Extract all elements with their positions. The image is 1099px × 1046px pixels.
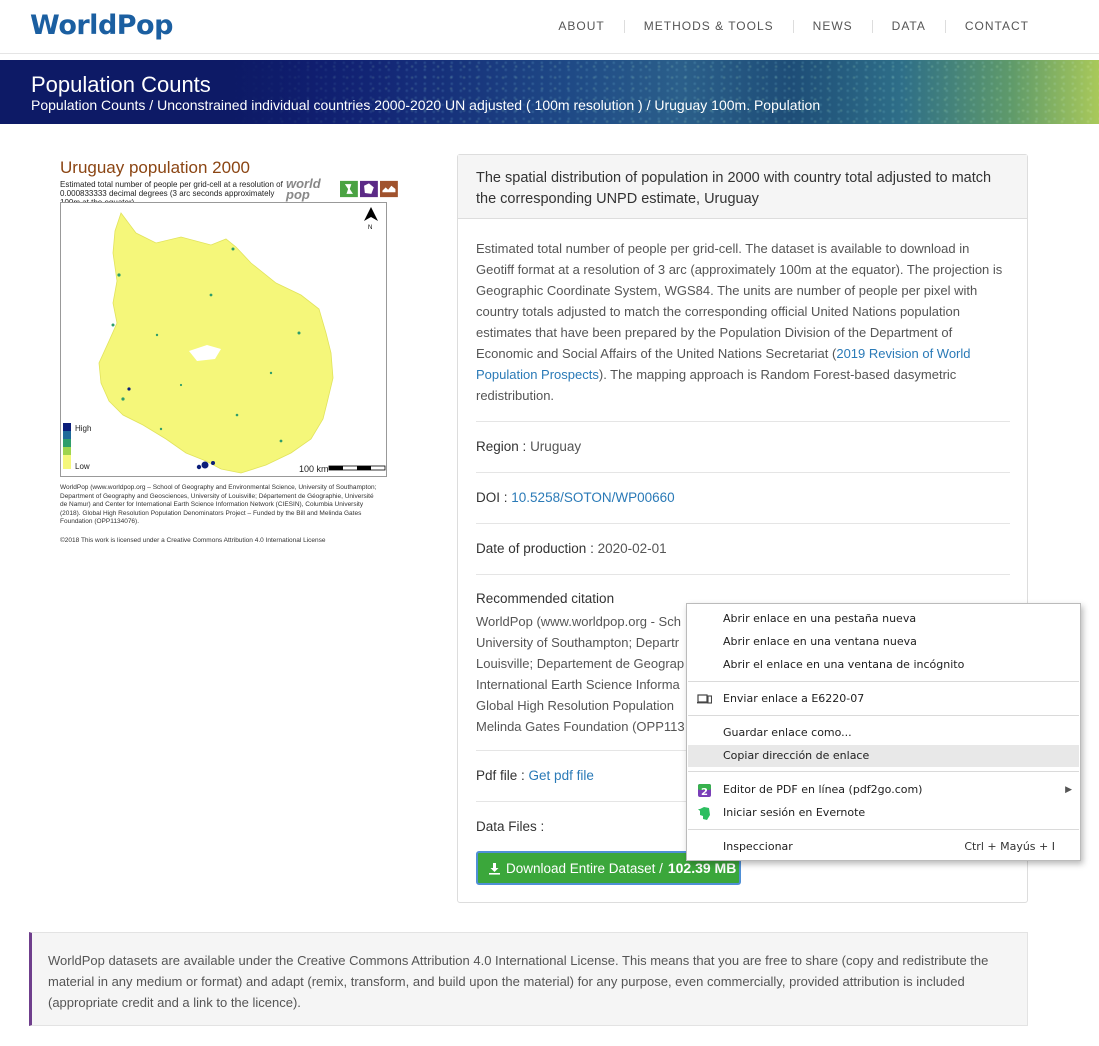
context-menu: Abrir enlace en una pestaña nueva Abrir … bbox=[686, 603, 1081, 861]
map-frame: High Low 100 km N bbox=[60, 202, 387, 477]
legend-swatch-5 bbox=[63, 455, 71, 469]
menu-item-label: Inspeccionar bbox=[723, 840, 793, 853]
citation-label: Recommended citation bbox=[476, 591, 615, 606]
download-icon bbox=[489, 862, 500, 875]
download-size: 102.39 MB bbox=[667, 860, 737, 876]
menu-separator bbox=[688, 829, 1079, 830]
menu-item-label: Abrir el enlace en una ventana de incógn… bbox=[723, 658, 965, 671]
doi-label: DOI : bbox=[476, 490, 508, 505]
menu-evernote-login[interactable]: Iniciar sesión en Evernote bbox=[688, 802, 1079, 824]
menu-item-label: Copiar dirección de enlace bbox=[723, 749, 870, 762]
citation-line: Global High Resolution Population bbox=[476, 698, 675, 713]
divider bbox=[476, 472, 1010, 473]
menu-item-label: Enviar enlace a E6220-07 bbox=[723, 692, 865, 705]
get-pdf-link[interactable]: Get pdf file bbox=[529, 768, 594, 783]
region-value: Uruguay bbox=[530, 439, 582, 454]
menu-open-new-tab[interactable]: Abrir enlace en una pestaña nueva bbox=[688, 608, 1079, 630]
scale-label: 100 km bbox=[299, 464, 329, 474]
main-nav: ABOUT METHODS & TOOLS NEWS DATA CONTACT bbox=[539, 20, 1029, 33]
site-header: WorldPop ABOUT METHODS & TOOLS NEWS DATA… bbox=[0, 0, 1099, 54]
legend-swatch-4 bbox=[63, 447, 71, 455]
dataset-description: Estimated total number of people per gri… bbox=[476, 238, 1004, 406]
menu-item-label: Guardar enlace como... bbox=[723, 726, 852, 739]
legend-low: Low bbox=[75, 462, 90, 471]
panel-heading: The spatial distribution of population i… bbox=[458, 155, 1027, 219]
map-license: ©2018 This work is licensed under a Crea… bbox=[60, 537, 326, 544]
partner-logo-green-icon bbox=[340, 180, 359, 198]
citation-line: University of Southampton; Departr bbox=[476, 635, 680, 650]
citation-line: Louisville; Departement de Geograp bbox=[476, 656, 685, 671]
legend-swatch-3 bbox=[63, 439, 71, 447]
nav-about[interactable]: ABOUT bbox=[539, 20, 625, 33]
citation-line: International Earth Science Informa bbox=[476, 677, 680, 692]
license-text: WorldPop datasets are available under th… bbox=[48, 953, 989, 1010]
page-title: Population Counts bbox=[31, 72, 211, 97]
map-title: Uruguay population 2000 bbox=[60, 158, 250, 177]
menu-send-to-device[interactable]: Enviar enlace a E6220-07 bbox=[688, 688, 1079, 710]
menu-item-label: Abrir enlace en una pestaña nueva bbox=[723, 612, 917, 625]
menu-copy-link-address[interactable]: Copiar dirección de enlace bbox=[688, 745, 1079, 767]
device-icon bbox=[697, 694, 712, 704]
nav-news[interactable]: NEWS bbox=[794, 20, 873, 33]
citation-line: WorldPop (www.worldpop.org - Sch bbox=[476, 614, 681, 629]
nav-methods-tools[interactable]: METHODS & TOOLS bbox=[625, 20, 794, 33]
citation-text: WorldPop (www.worldpop.org - Sch Univers… bbox=[476, 611, 691, 737]
scale-bar bbox=[328, 465, 386, 471]
menu-item-label: Abrir enlace en una ventana nueva bbox=[723, 635, 917, 648]
page-banner: Population Counts Population Counts / Un… bbox=[0, 60, 1099, 124]
menu-separator bbox=[688, 715, 1079, 716]
inspect-shortcut: Ctrl + Mayús + I bbox=[964, 840, 1055, 853]
evernote-icon bbox=[698, 807, 710, 820]
svg-text:2: 2 bbox=[701, 787, 708, 798]
divider bbox=[476, 421, 1010, 422]
menu-pdf2go-editor[interactable]: 2 Editor de PDF en línea (pdf2go.com) ▶ bbox=[688, 779, 1079, 801]
legend-high: High bbox=[75, 424, 91, 433]
submenu-arrow-icon: ▶ bbox=[1065, 785, 1072, 795]
menu-inspect[interactable]: Inspeccionar Ctrl + Mayús + I bbox=[688, 836, 1079, 858]
license-notice: WorldPop datasets are available under th… bbox=[29, 932, 1028, 1026]
menu-separator bbox=[688, 681, 1079, 682]
doi-link[interactable]: 10.5258/SOTON/WP00660 bbox=[511, 490, 674, 505]
menu-open-new-window[interactable]: Abrir enlace en una ventana nueva bbox=[688, 631, 1079, 653]
citation-line: Melinda Gates Foundation (OPP113 bbox=[476, 719, 685, 734]
north-label: N bbox=[368, 225, 372, 231]
legend-swatch-2 bbox=[63, 431, 71, 439]
menu-item-label: Editor de PDF en línea (pdf2go.com) bbox=[723, 783, 923, 796]
partner-logo-purple-icon bbox=[360, 180, 379, 198]
nav-contact[interactable]: CONTACT bbox=[946, 20, 1029, 33]
download-label: Download Entire Dataset / bbox=[506, 860, 663, 876]
description-text: Estimated total number of people per gri… bbox=[476, 241, 1003, 361]
divider bbox=[476, 574, 1010, 575]
partner-logo-brown-icon bbox=[380, 180, 398, 198]
map-logos: world pop bbox=[286, 176, 398, 202]
region-label: Region : bbox=[476, 439, 527, 454]
menu-item-label: Iniciar sesión en Evernote bbox=[723, 806, 866, 819]
legend-swatch-1 bbox=[63, 423, 71, 431]
pdf-label: Pdf file : bbox=[476, 768, 525, 783]
map-credit: WorldPop (www.worldpop.org – School of G… bbox=[60, 484, 377, 525]
region-row: Region : Uruguay bbox=[476, 439, 1010, 454]
date-row: Date of production : 2020-02-01 bbox=[476, 541, 1010, 556]
date-value: 2020-02-01 bbox=[597, 541, 667, 556]
uruguay-map: High Low 100 km N bbox=[63, 207, 386, 474]
pdf2go-icon: 2 bbox=[698, 784, 711, 798]
uruguay-shape bbox=[98, 212, 334, 474]
population-map-figure: Uruguay population 2000 Estimated total … bbox=[58, 158, 398, 550]
menu-separator bbox=[688, 771, 1079, 772]
menu-save-link-as[interactable]: Guardar enlace como... bbox=[688, 722, 1079, 744]
nav-data[interactable]: DATA bbox=[873, 20, 946, 33]
worldpop-mini-logo: world pop bbox=[286, 176, 321, 202]
breadcrumb: Population Counts / Unconstrained indivi… bbox=[31, 97, 821, 113]
divider bbox=[476, 523, 1010, 524]
doi-row: DOI : 10.5258/SOTON/WP00660 bbox=[476, 490, 1010, 505]
dataset-title: The spatial distribution of population i… bbox=[476, 170, 992, 207]
menu-open-incognito[interactable]: Abrir el enlace en una ventana de incógn… bbox=[688, 654, 1079, 676]
north-arrow-icon: N bbox=[364, 207, 378, 231]
worldpop-logo[interactable]: WorldPop bbox=[30, 10, 173, 41]
date-label: Date of production : bbox=[476, 541, 594, 556]
